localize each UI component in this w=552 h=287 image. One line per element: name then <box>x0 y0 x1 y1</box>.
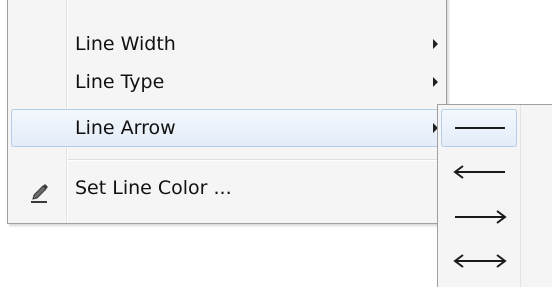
left-arrow-line-icon <box>453 165 505 179</box>
submenu-arrow-icon <box>433 39 438 49</box>
menu-item-label: Line Width <box>75 33 176 55</box>
menu-item-line-arrow[interactable]: Line Arrow <box>11 109 443 147</box>
context-menu: Line Width Line Type Line Arrow Set Line… <box>7 0 447 224</box>
submenu-item-both-arrows[interactable] <box>441 242 517 280</box>
no-arrow-line-icon <box>455 127 505 129</box>
menu-item-label: Set Line Color ... <box>75 177 232 199</box>
menu-item-set-line-color[interactable]: Set Line Color ... <box>11 169 443 207</box>
right-arrow-line-icon <box>455 210 507 224</box>
submenu-arrow-icon <box>433 77 438 87</box>
menu-item-line-type[interactable]: Line Type <box>11 63 443 101</box>
screen: Line Width Line Type Line Arrow Set Line… <box>0 0 552 287</box>
both-arrows-line-icon <box>453 254 507 268</box>
menu-separator <box>68 159 443 161</box>
line-arrow-submenu <box>437 104 552 287</box>
pencil-icon <box>31 184 48 203</box>
submenu-item-left-arrow[interactable] <box>441 153 517 191</box>
menu-item-label: Line Type <box>75 71 165 93</box>
menu-item-label: Line Arrow <box>75 117 176 139</box>
submenu-item-no-arrow[interactable] <box>441 109 517 147</box>
submenu-item-right-arrow[interactable] <box>441 198 517 236</box>
menu-item-line-width[interactable]: Line Width <box>11 25 443 63</box>
submenu-divider <box>520 105 521 287</box>
